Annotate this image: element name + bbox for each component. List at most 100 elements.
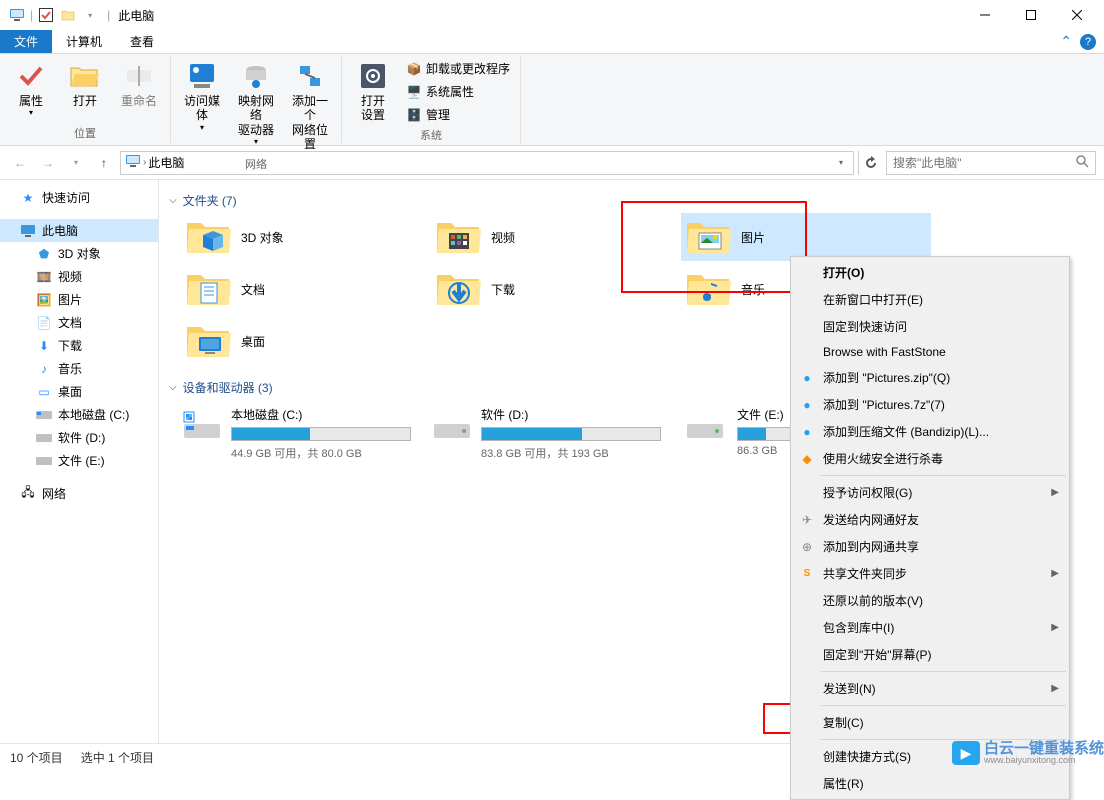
menu-pin-start[interactable]: 固定到"开始"屏幕(P) <box>793 641 1067 668</box>
drive-icon <box>181 406 223 446</box>
network-icon: 🖧 <box>20 486 36 502</box>
music-icon: ♪ <box>36 361 52 377</box>
menu-send-to[interactable]: 发送到(N)▶ <box>793 675 1067 702</box>
recent-dropdown[interactable]: ▾ <box>64 151 88 175</box>
back-button[interactable]: ← <box>8 151 32 175</box>
nav-local-disk-c[interactable]: 本地磁盘 (C:) <box>0 403 158 426</box>
chevron-right-icon: ▶ <box>1051 683 1059 694</box>
menu-share-sync[interactable]: S共享文件夹同步▶ <box>793 560 1067 587</box>
chevron-right-icon: ▶ <box>1051 622 1059 633</box>
nav-downloads[interactable]: ⬇下载 <box>0 334 158 357</box>
nav-software-d[interactable]: 软件 (D:) <box>0 426 158 449</box>
menu-copy[interactable]: 复制(C) <box>793 709 1067 736</box>
address-bar: ← → ▾ ↑ › 此电脑 ▾ <box>0 146 1104 180</box>
minimize-button[interactable] <box>962 0 1008 30</box>
close-button[interactable] <box>1054 0 1100 30</box>
up-button[interactable]: ↑ <box>92 151 116 175</box>
tab-file[interactable]: 文件 <box>0 30 52 53</box>
nav-music[interactable]: ♪音乐 <box>0 357 158 380</box>
sysprops-icon: 🖥️ <box>406 84 422 100</box>
ribbon: 属性▾ 打开 重命名 位置 访问媒体▾ 映射网络 驱动器▾ <box>0 54 1104 146</box>
map-drive-button[interactable]: 映射网络 驱动器▾ <box>231 58 281 154</box>
menu-open-new-window[interactable]: 在新窗口中打开(E) <box>793 286 1067 313</box>
cube-icon: ⬟ <box>36 246 52 262</box>
menu-add-7z[interactable]: ●添加到 "Pictures.7z"(7) <box>793 391 1067 418</box>
pc-icon <box>125 153 141 172</box>
open-button[interactable]: 打开 <box>60 58 110 120</box>
nav-pictures[interactable]: 🖼️图片 <box>0 288 158 311</box>
collapse-ribbon-icon[interactable]: ⌃ <box>1060 33 1072 50</box>
nav-desktop[interactable]: ▭桌面 <box>0 380 158 403</box>
chevron-right-icon: ▶ <box>1051 568 1059 579</box>
folder-downloads[interactable]: 下载 <box>431 265 681 313</box>
menu-add-neiwang[interactable]: ⊕添加到内网通共享 <box>793 533 1067 560</box>
folder-3d-objects[interactable]: 3D 对象 <box>181 213 431 261</box>
chevron-right-icon: ▶ <box>1051 487 1059 498</box>
maximize-button[interactable] <box>1008 0 1054 30</box>
folder-pictures[interactable]: 图片 <box>681 213 931 261</box>
network-location-icon <box>294 60 326 92</box>
separator: | <box>30 8 33 22</box>
search-icon[interactable] <box>1075 154 1089 171</box>
qat-dropdown-icon[interactable]: ▾ <box>81 6 99 24</box>
nav-videos[interactable]: 🎞️视频 <box>0 265 158 288</box>
checkbox-icon[interactable] <box>37 6 55 24</box>
properties-button[interactable]: 属性▾ <box>6 58 56 120</box>
drive-d[interactable]: 软件 (D:) 83.8 GB 可用，共 193 GB <box>431 406 661 461</box>
drive-c[interactable]: 本地磁盘 (C:) 44.9 GB 可用，共 80.0 GB <box>181 406 411 461</box>
menu-bandizip[interactable]: ●添加到压缩文件 (Bandizip)(L)... <box>793 418 1067 445</box>
group-label: 系统 <box>420 127 442 143</box>
folder-icon <box>185 321 233 361</box>
folders-group-header[interactable]: ⌵ 文件夹 (7) <box>169 188 1104 213</box>
menu-pin-quick-access[interactable]: 固定到快速访问 <box>793 313 1067 340</box>
menu-restore-versions[interactable]: 还原以前的版本(V) <box>793 587 1067 614</box>
nav-documents[interactable]: 📄文档 <box>0 311 158 334</box>
media-icon <box>186 60 218 92</box>
chevron-icon[interactable]: › <box>143 157 146 168</box>
title-bar: | ▾ | 此电脑 <box>0 0 1104 30</box>
drive-icon <box>36 430 52 446</box>
drive-e[interactable]: 文件 (E:) 86.3 GB <box>681 406 801 461</box>
menu-faststone[interactable]: Browse with FastStone <box>793 340 1067 364</box>
nav-quick-access[interactable]: ★ 快速访问 <box>0 186 158 209</box>
add-network-location-button[interactable]: 添加一个 网络位置 <box>285 58 335 154</box>
nav-3d-objects[interactable]: ⬟3D 对象 <box>0 242 158 265</box>
menu-send-haoyou[interactable]: ✈发送给内网通好友 <box>793 506 1067 533</box>
uninstall-button[interactable]: 📦卸载或更改程序 <box>402 58 514 79</box>
settings-icon <box>357 60 389 92</box>
nav-this-pc[interactable]: 此电脑 <box>0 219 158 242</box>
folder-desktop[interactable]: 桌面 <box>181 317 431 365</box>
menu-huorong[interactable]: ◆使用火绒安全进行杀毒 <box>793 445 1067 472</box>
search-input[interactable] <box>893 156 1075 170</box>
refresh-button[interactable] <box>858 151 882 175</box>
folder-small-icon[interactable] <box>59 6 77 24</box>
menu-open[interactable]: 打开(O) <box>793 259 1067 286</box>
ribbon-group-network: 访问媒体▾ 映射网络 驱动器▾ 添加一个 网络位置 网络 <box>171 56 342 143</box>
open-settings-button[interactable]: 打开 设置 <box>348 58 398 125</box>
tab-view[interactable]: 查看 <box>116 30 168 53</box>
system-properties-button[interactable]: 🖥️系统属性 <box>402 81 514 102</box>
folder-documents[interactable]: 文档 <box>181 265 431 313</box>
menu-grant-access[interactable]: 授予访问权限(G)▶ <box>793 479 1067 506</box>
menu-add-zip[interactable]: ●添加到 "Pictures.zip"(Q) <box>793 364 1067 391</box>
group-label: 位置 <box>74 125 96 141</box>
nav-network[interactable]: 🖧网络 <box>0 482 158 505</box>
help-icon[interactable]: ? <box>1080 34 1096 50</box>
nav-files-e[interactable]: 文件 (E:) <box>0 449 158 472</box>
drive-icon <box>431 406 473 446</box>
manage-button[interactable]: 🗄️管理 <box>402 104 514 125</box>
folder-videos[interactable]: 视频 <box>431 213 681 261</box>
search-box[interactable] <box>886 151 1096 175</box>
access-media-button[interactable]: 访问媒体▾ <box>177 58 227 154</box>
forward-button[interactable]: → <box>36 151 60 175</box>
address-box[interactable]: › 此电脑 ▾ <box>120 151 854 175</box>
menu-include-library[interactable]: 包含到库中(I)▶ <box>793 614 1067 641</box>
drive-icon <box>36 407 52 423</box>
menu-separator <box>821 671 1066 672</box>
folder-open-icon <box>69 60 101 92</box>
context-menu: 打开(O) 在新窗口中打开(E) 固定到快速访问 Browse with Fas… <box>790 256 1070 800</box>
breadcrumb-item[interactable]: 此电脑 <box>148 154 184 171</box>
tab-computer[interactable]: 计算机 <box>52 30 116 53</box>
menu-properties[interactable]: 属性(R) <box>793 770 1067 797</box>
address-dropdown-icon[interactable]: ▾ <box>833 158 849 167</box>
